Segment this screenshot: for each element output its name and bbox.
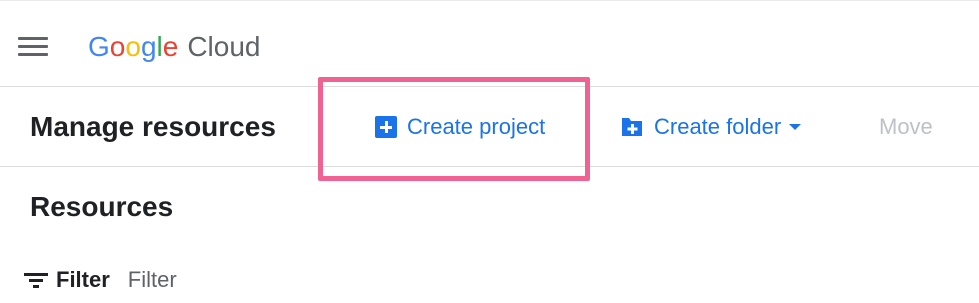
filter-bar: Filter bbox=[24, 265, 328, 295]
move-button[interactable]: Move bbox=[879, 112, 933, 142]
hamburger-menu-icon[interactable] bbox=[18, 37, 48, 59]
google-wordmark: G o o g l e bbox=[88, 27, 178, 67]
product-name: Cloud bbox=[187, 31, 261, 62]
resources-heading: Resources bbox=[30, 191, 174, 222]
logo-letter: G bbox=[88, 31, 110, 62]
page-title: Manage resources bbox=[30, 111, 276, 142]
move-label: Move bbox=[879, 114, 933, 139]
logo-letter: e bbox=[162, 31, 179, 62]
top-app-bar: G o o g l e Cloud bbox=[0, 1, 979, 87]
caret-down-icon[interactable] bbox=[789, 124, 802, 130]
logo-letter: o bbox=[125, 31, 141, 62]
create-project-button[interactable]: Create project bbox=[375, 112, 545, 142]
create-new-folder-icon bbox=[622, 118, 642, 136]
filter-list-icon bbox=[24, 271, 48, 289]
create-project-label: Create project bbox=[407, 114, 546, 139]
filter-label: Filter bbox=[56, 267, 110, 292]
console-screen: G o o g l e Cloud Manage resources Creat… bbox=[0, 0, 979, 303]
create-folder-label: Create folder bbox=[654, 114, 782, 139]
logo-letter: g bbox=[140, 31, 157, 62]
action-bar: Manage resources Create project Create f… bbox=[0, 87, 979, 167]
create-folder-button[interactable]: Create folder bbox=[620, 112, 802, 142]
google-cloud-logo[interactable]: G o o g l e Cloud bbox=[88, 27, 261, 67]
logo-letter: o bbox=[109, 31, 126, 62]
filter-input[interactable] bbox=[127, 265, 328, 295]
add-box-icon bbox=[375, 116, 397, 138]
